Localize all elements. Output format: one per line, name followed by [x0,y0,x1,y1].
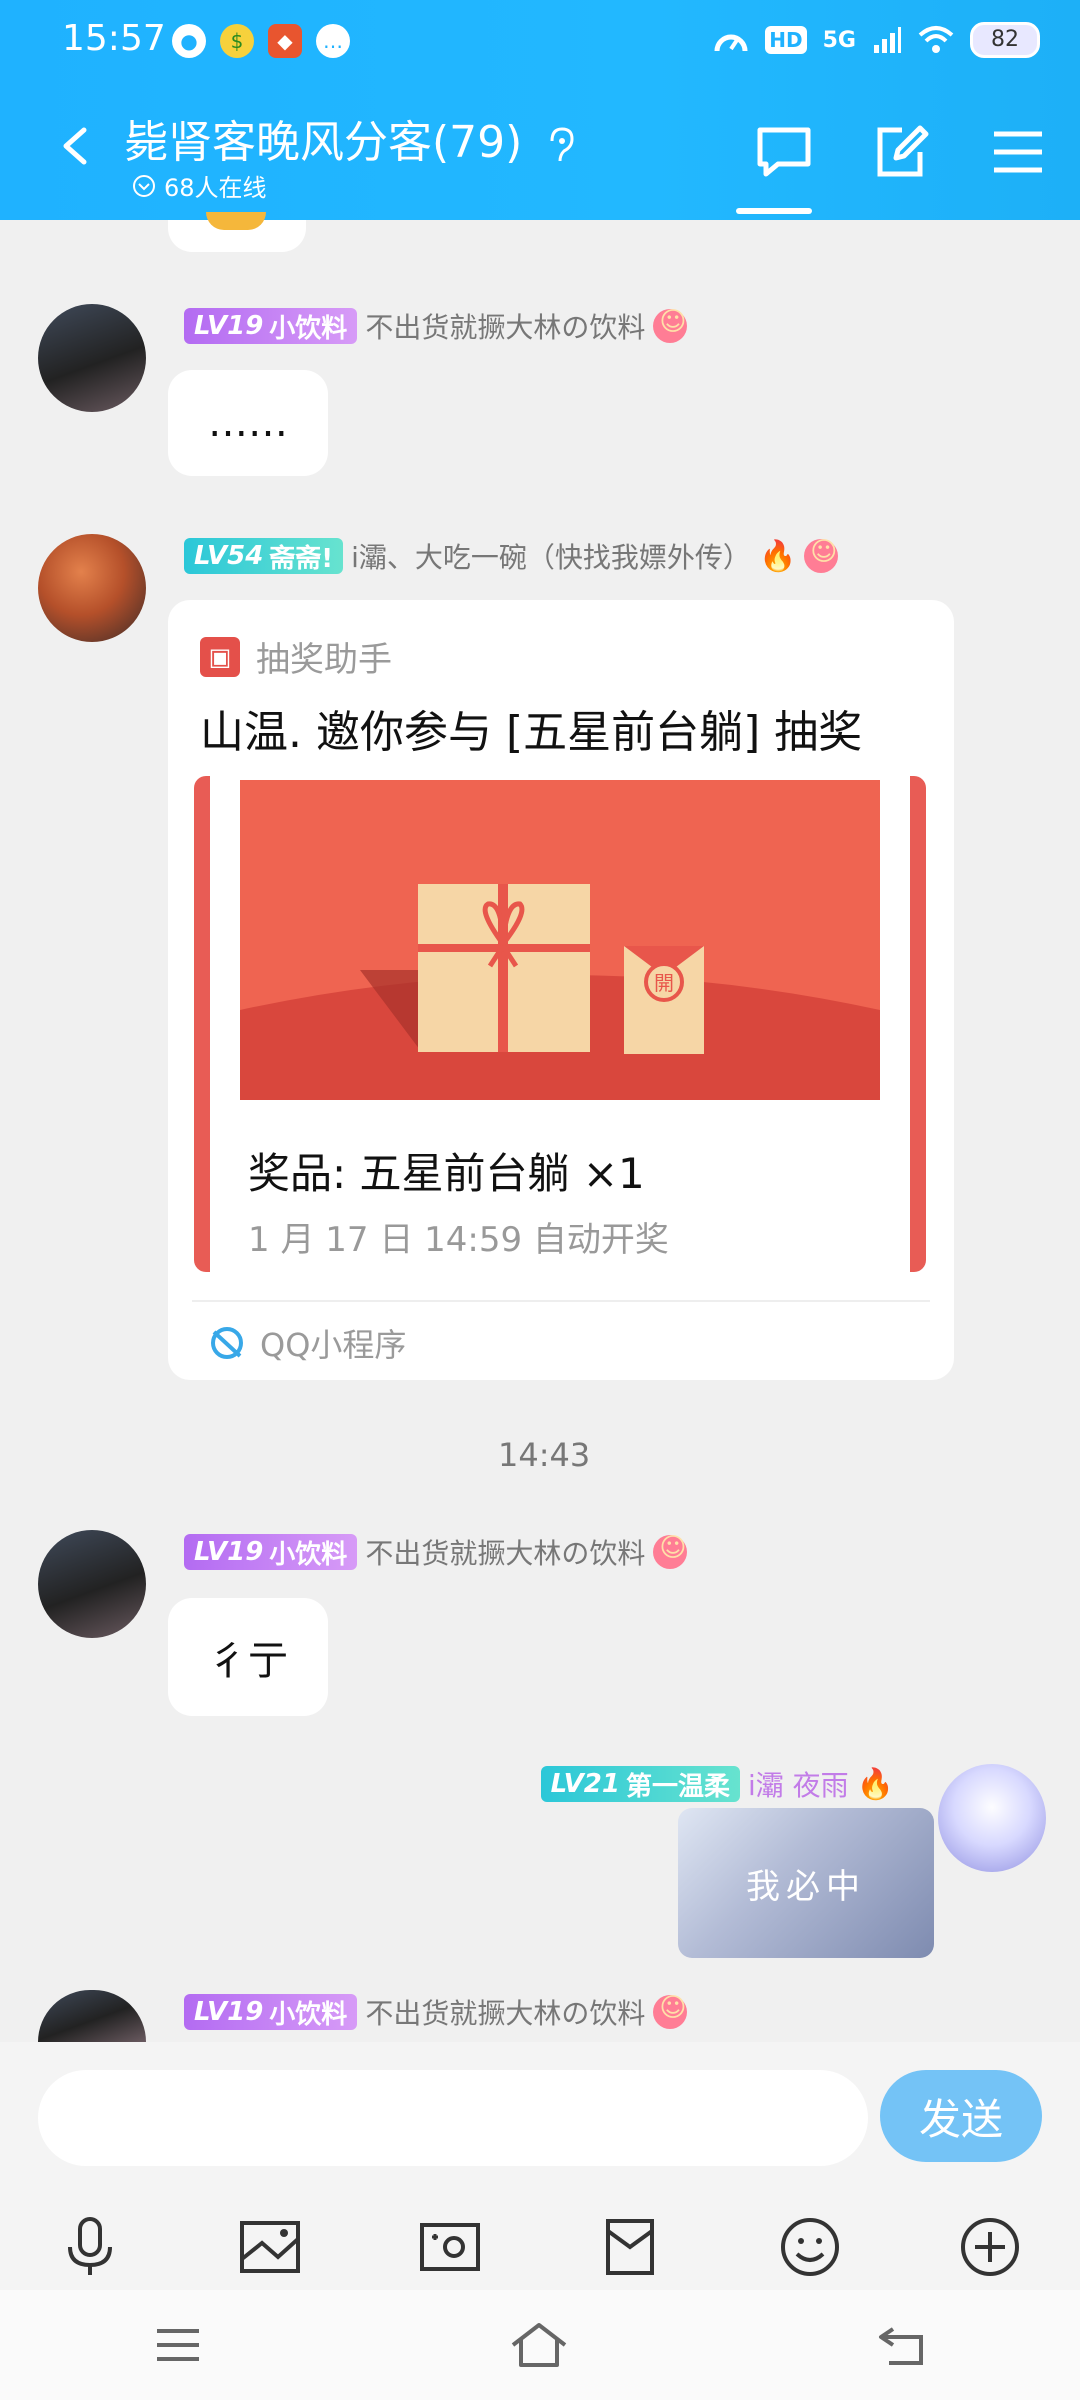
chat-header: 15:57 ● $ ◆ … HD 5G 82 毙肾客晚风分客(79) 68人在线 [0,0,1080,220]
sender-line: LV19 小饮料 不出货就撅大林の饮料 [184,1992,688,2032]
mini-program-footer: QQ小程序 [208,1320,406,1366]
back-icon[interactable] [56,126,96,166]
menu-icon[interactable] [990,124,1046,180]
speed-icon [714,34,748,52]
edit-note-icon[interactable] [872,124,932,180]
message-notification-icon: … [316,24,350,58]
lottery-card[interactable]: ▣ 抽奖助手 山温. 邀你参与 [五星前台躺] 抽奖 開 奖品: 五星前台躺 ×… [168,600,954,1380]
home-icon[interactable] [509,2321,569,2369]
input-toolbar [0,2212,1080,2282]
fire-icon: 🔥 [758,538,797,574]
group-title[interactable]: 毙肾客晚风分客(79) [124,106,578,170]
app-notification-icon: ◆ [268,24,302,58]
level-tag: 第一温柔 [625,1771,730,1802]
self-avatar[interactable] [938,1764,1046,1872]
network-icon: 5G [822,27,856,53]
header-actions [754,124,1046,180]
back-nav-icon[interactable] [875,2323,927,2367]
card-source: ▣ 抽奖助手 [200,632,392,681]
level-tag: 小饮料 [269,1539,348,1570]
mini-program-label: QQ小程序 [260,1326,407,1364]
level-badge: LV54 斋斋! [184,538,344,574]
ear-icon[interactable] [542,125,578,165]
emoji-fragment [206,212,266,230]
level-label: LV19 [194,311,264,341]
group-name: 毙肾客晚风分客(79) [124,117,523,168]
emoji-badge-icon [653,1993,688,2029]
app-notification-icon: $ [220,24,254,58]
sender-line: LV19 小饮料 不出货就撅大林の饮料 [184,306,688,346]
level-tag: 斋斋! [269,543,334,574]
status-time: 15:57 [62,18,166,59]
message-input[interactable] [38,2070,868,2166]
active-tab-indicator [736,208,812,214]
message-timestamp: 14:43 [498,1436,591,1474]
level-label: LV19 [194,1537,264,1567]
gift-icon: ▣ [200,636,240,677]
lottery-banner-image: 開 [240,780,880,1100]
gift-illustration: 開 [240,780,880,1100]
status-notification-icons: ● $ ◆ … [172,24,350,58]
chevron-down-circle-icon [133,174,155,197]
sticker-message[interactable]: 我必中 [678,1808,934,1958]
card-source-label: 抽奖助手 [256,640,392,680]
signal-icon [874,27,901,53]
system-status: HD 5G 82 [713,22,1040,58]
avatar[interactable] [38,534,146,642]
online-count: 68人在线 [132,168,267,203]
avatar[interactable] [38,304,146,412]
online-count-label: 68人在线 [164,174,267,202]
emoji-badge-icon [653,307,688,343]
level-label: LV19 [194,1997,264,2027]
image-icon[interactable] [235,2212,305,2282]
sender-name[interactable]: 不出货就撅大林の饮料 [365,1992,645,2032]
sender-name[interactable]: 不出货就撅大林の饮料 [365,306,645,346]
sender-line: LV19 小饮料 不出货就撅大林の饮料 [184,1532,688,1572]
voice-icon[interactable] [55,2212,125,2282]
chat-tab-icon[interactable] [754,124,814,180]
seal-glyph: 開 [654,971,674,995]
add-more-icon[interactable] [955,2212,1025,2282]
notification-icon: ● [172,24,206,58]
system-nav-bar [0,2290,1080,2400]
fire-icon: 🔥 [856,1766,894,1802]
recent-apps-icon[interactable] [153,2325,203,2365]
battery-indicator: 82 [970,22,1040,58]
draw-time: 1 月 17 日 14:59 自动开奖 [248,1220,669,1260]
send-button[interactable]: 发送 [880,2070,1042,2162]
sender-name[interactable]: 不出货就撅大林の饮料 [365,1532,645,1572]
message-bubble[interactable]: …… [168,370,328,476]
emoji-icon[interactable] [775,2212,845,2282]
sender-name[interactable]: i灞 夜雨 [748,1764,849,1804]
avatar[interactable] [38,1990,146,2042]
sender-line: LV21 第一温柔 i灞 夜雨 🔥 [540,1764,894,1804]
card-title: 山温. 邀你参与 [五星前台躺] 抽奖 [200,707,863,758]
level-label: LV54 [194,541,264,571]
emoji-badge-icon [653,1533,688,1569]
emoji-badge-icon [804,537,839,573]
level-badge: LV19 小饮料 [184,308,358,344]
sender-name[interactable]: i灞、大吃一碗（快找我嫖外传） [351,536,751,576]
avatar[interactable] [38,1530,146,1638]
level-badge: LV21 第一温柔 [540,1766,740,1802]
message-bubble[interactable]: 彳亍 [168,1598,328,1716]
level-badge: LV19 小饮料 [184,1534,358,1570]
input-area: 发送 [0,2042,1080,2290]
card-divider [192,1300,930,1302]
level-tag: 小饮料 [269,1999,348,2030]
mini-program-icon [211,1327,243,1359]
hd-icon: HD [765,26,807,54]
level-tag: 小饮料 [269,313,348,344]
level-badge: LV19 小饮料 [184,1994,358,2030]
camera-icon[interactable] [415,2212,485,2282]
sticker-text: 我必中 [746,1866,866,1907]
wifi-icon [918,26,954,53]
sender-line: LV54 斋斋! i灞、大吃一碗（快找我嫖外传） 🔥 [184,536,839,576]
prize-text: 奖品: 五星前台躺 ×1 [248,1149,645,1198]
level-label: LV21 [550,1769,620,1799]
red-packet-icon[interactable] [595,2212,665,2282]
